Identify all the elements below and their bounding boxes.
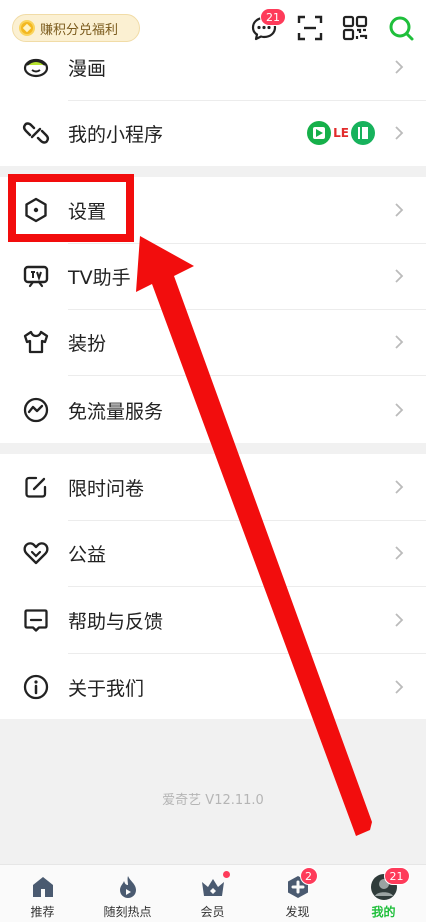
chevron-right-icon [395,269,404,283]
chevron-right-icon [395,480,404,494]
info-icon [23,674,49,700]
tv-icon [23,265,49,288]
chevron-right-icon [395,546,404,560]
home-icon [32,877,53,897]
tab-label: 推荐 [30,905,55,919]
menu-item-label: 我的小程序 [68,123,164,146]
settings-highlight-box [8,174,134,242]
edit-icon [25,476,47,498]
vip-dot-badge [222,871,230,878]
chevron-right-icon [395,126,404,140]
tab-vip[interactable]: 会员 [170,865,255,922]
feedback-icon [24,609,48,632]
chevron-right-icon [395,613,404,627]
menu-item-label: 帮助与反馈 [68,610,164,633]
tab-label: 发现 [285,905,310,919]
discover-badge: 2 [299,867,318,885]
tshirt-icon [23,330,49,354]
chevron-right-icon [395,60,404,74]
chevron-right-icon [395,403,404,417]
menu-item-label: 关于我们 [68,677,145,700]
link-icon [22,122,50,144]
divider [68,375,426,376]
tab-label: 会员 [200,905,225,919]
menu-item-label: TV助手 [68,266,131,289]
menu-item-label: 装扮 [68,332,107,355]
tab-hot-topics[interactable]: 随刻热点 [85,865,170,922]
menu-item-about-us[interactable]: 关于我们 [0,654,426,720]
message-badge: 21 [260,8,286,26]
menu-item-label: 限时问卷 [68,477,145,500]
tab-label: 随刻热点 [103,905,152,919]
mini-app-icons: LE [306,120,376,146]
menu-item-data-free-service[interactable]: 免流量服务 [0,377,426,443]
heart-icon [23,542,49,565]
flame-icon [119,876,136,898]
bottom-nav: 推荐 随刻热点 会员 2 发现 21 我的 [0,864,426,922]
menu-item-dress-up[interactable]: 装扮 [0,309,426,375]
app-version: 爱奇艺 V12.11.0 [162,793,264,808]
le-app-label: LE [333,126,349,140]
menu-item-survey[interactable]: 限时问卷 [0,454,426,520]
menu-item-label: 漫画 [68,57,107,80]
chevron-right-icon [395,335,404,349]
tab-profile[interactable]: 21 我的 [341,865,426,922]
menu-item-tv-assistant[interactable]: TV助手 [0,243,426,309]
tab-recommend[interactable]: 推荐 [0,865,85,922]
menu-item-charity[interactable]: 公益 [0,520,426,586]
chevron-right-icon [395,203,404,217]
menu-item-label: 公益 [68,543,107,566]
menu-group-1: 漫画 我的小程序 [0,56,426,166]
traffic-icon [23,397,49,423]
comic-icon [23,58,49,78]
profile-badge: 21 [383,867,410,885]
chevron-right-icon [395,680,404,694]
menu-item-comic[interactable]: 漫画 [0,34,426,100]
tab-label: 我的 [371,905,396,919]
menu-group-3: 限时问卷 公益 帮助与反馈 关于我们 [0,454,426,719]
tab-discover[interactable]: 2 发现 [255,865,340,922]
menu-item-label: 免流量服务 [68,400,164,423]
menu-item-help-feedback[interactable]: 帮助与反馈 [0,587,426,653]
crown-icon [201,879,224,896]
green-play-app-icon [307,121,332,145]
green-bookmark-app-icon [351,121,375,145]
